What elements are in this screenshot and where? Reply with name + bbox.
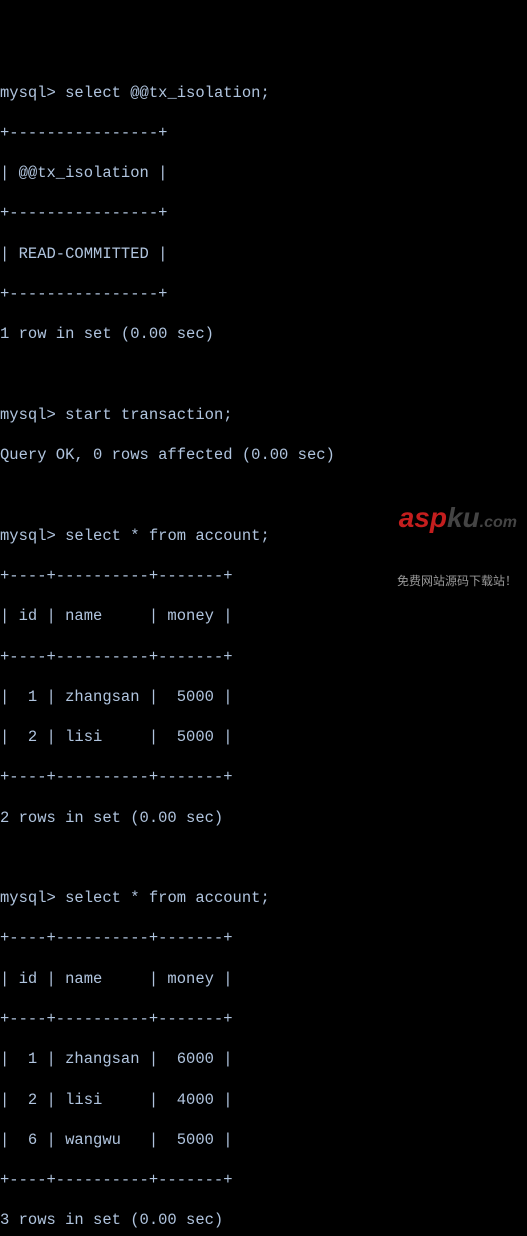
cmd-line-4: mysql> select * from account; (0, 888, 527, 908)
table-border: +----+----------+-------+ (0, 1009, 527, 1029)
result-line: 3 rows in set (0.00 sec) (0, 1210, 527, 1230)
watermark-subtitle: 免费网站源码下载站！ (397, 574, 517, 590)
table-border: +----+----------+-------+ (0, 767, 527, 787)
table-row: | 1 | zhangsan | 6000 | (0, 1049, 527, 1069)
table-header: | id | name | money | (0, 969, 527, 989)
cmd-text: select * from account; (65, 527, 270, 545)
prompt: mysql> (0, 84, 56, 102)
cmd-line-1: mysql> select @@tx_isolation; (0, 83, 527, 103)
table-row: | 6 | wangwu | 5000 | (0, 1130, 527, 1150)
prompt: mysql> (0, 406, 56, 424)
table-border: +----------------+ (0, 284, 527, 304)
result-line: 2 rows in set (0.00 sec) (0, 808, 527, 828)
table-border: +----+----------+-------+ (0, 1170, 527, 1190)
result-line: 1 row in set (0.00 sec) (0, 324, 527, 344)
blank-line (0, 365, 527, 385)
watermark-logo: aspku.com (397, 500, 517, 536)
table-row: | 2 | lisi | 5000 | (0, 727, 527, 747)
prompt: mysql> (0, 889, 56, 907)
prompt: mysql> (0, 527, 56, 545)
table-border: +----------------+ (0, 203, 527, 223)
watermark: aspku.com 免费网站源码下载站！ (397, 459, 517, 610)
table-row: | READ-COMMITTED | (0, 244, 527, 264)
table-row: | 1 | zhangsan | 5000 | (0, 687, 527, 707)
cmd-text: start transaction; (65, 406, 232, 424)
table-border: +----+----------+-------+ (0, 647, 527, 667)
table-header: | @@tx_isolation | (0, 163, 527, 183)
blank-line (0, 848, 527, 868)
table-border: +----+----------+-------+ (0, 928, 527, 948)
table-row: | 2 | lisi | 4000 | (0, 1090, 527, 1110)
table-border: +----------------+ (0, 123, 527, 143)
cmd-line-2: mysql> start transaction; (0, 405, 527, 425)
cmd-text: select * from account; (65, 889, 270, 907)
cmd-text: select @@tx_isolation; (65, 84, 270, 102)
